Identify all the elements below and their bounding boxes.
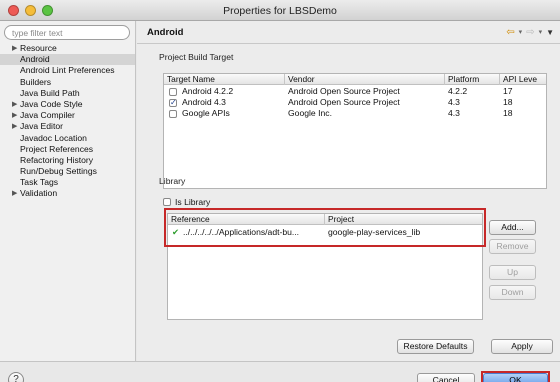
tree-item-label: Task Tags bbox=[20, 177, 59, 188]
restore-defaults-button[interactable]: Restore Defaults bbox=[397, 339, 474, 354]
tree-item-java-build-path[interactable]: Java Build Path bbox=[0, 88, 135, 99]
expand-arrow-icon[interactable]: ▶ bbox=[12, 99, 17, 110]
right-panel: Android ⇦ ▾ ⇨ ▾ ▼ Project Build Target T… bbox=[137, 21, 560, 361]
apply-button[interactable]: Apply bbox=[491, 339, 553, 354]
tree-item-android[interactable]: Android bbox=[0, 54, 135, 66]
forward-dropdown-icon[interactable]: ▾ bbox=[539, 28, 543, 36]
tree-item-label: Refactoring History bbox=[20, 154, 94, 165]
is-library-checkbox[interactable] bbox=[163, 198, 171, 206]
tree-item-refactoring-history[interactable]: Refactoring History bbox=[0, 155, 135, 166]
tree-item-task-tags[interactable]: Task Tags bbox=[0, 177, 135, 188]
help-icon[interactable]: ? bbox=[8, 372, 24, 382]
title-bar: Properties for LBSDemo bbox=[0, 0, 560, 21]
add-library-button[interactable]: Add... bbox=[489, 220, 536, 235]
library-label: Library bbox=[159, 176, 186, 186]
target-api: 18 bbox=[503, 108, 513, 118]
target-api: 18 bbox=[503, 97, 513, 107]
target-vendor: Android Open Source Project bbox=[288, 97, 400, 107]
column-header-target-name[interactable]: Target Name bbox=[164, 74, 285, 85]
target-checkbox[interactable] bbox=[169, 109, 177, 118]
build-target-table: Target Name Vendor Platform API Leve And… bbox=[163, 73, 547, 189]
page-title: Android bbox=[147, 27, 184, 38]
view-menu-icon[interactable]: ▼ bbox=[546, 28, 554, 37]
table-row[interactable]: Android 4.3 Android Open Source Project … bbox=[164, 97, 546, 108]
window-title: Properties for LBSDemo bbox=[223, 5, 337, 17]
target-platform: 4.2.2 bbox=[448, 86, 468, 96]
back-dropdown-icon[interactable]: ▾ bbox=[519, 28, 523, 36]
target-name: Android 4.2.2 bbox=[182, 86, 234, 96]
target-checkbox[interactable] bbox=[169, 87, 177, 96]
property-tree: ▶ Resource Android Android Lint Preferenc… bbox=[0, 43, 135, 200]
tree-item-label: Android Lint Preferences bbox=[20, 65, 115, 76]
navigation-buttons: ⇦ ▾ ⇨ ▾ ▼ bbox=[506, 25, 554, 39]
target-name: Google APIs bbox=[182, 108, 230, 118]
tree-item-validation[interactable]: ▶ Validation bbox=[0, 188, 135, 199]
tree-item-java-compiler[interactable]: ▶ Java Compiler bbox=[0, 110, 135, 121]
table-row[interactable]: Android 4.2.2 Android Open Source Projec… bbox=[164, 86, 546, 97]
cancel-button[interactable]: Cancel bbox=[417, 373, 475, 382]
tree-item-label: Project References bbox=[20, 143, 94, 154]
tree-item-project-references[interactable]: Project References bbox=[0, 144, 135, 155]
tree-item-label: Builders bbox=[20, 76, 52, 87]
column-header-api-level[interactable]: API Leve bbox=[500, 74, 548, 85]
tree-item-java-code-style[interactable]: ▶ Java Code Style bbox=[0, 99, 135, 110]
target-checkbox[interactable] bbox=[169, 97, 177, 108]
target-vendor: Google Inc. bbox=[288, 108, 332, 118]
target-vendor: Android Open Source Project bbox=[288, 86, 400, 96]
tree-item-label: Validation bbox=[20, 188, 58, 199]
tree-item-run-debug-settings[interactable]: Run/Debug Settings bbox=[0, 166, 135, 177]
forward-arrow-icon[interactable]: ⇨ bbox=[526, 27, 534, 38]
column-header-platform[interactable]: Platform bbox=[445, 74, 500, 85]
build-target-table-header: Target Name Vendor Platform API Leve bbox=[164, 74, 546, 85]
expand-arrow-icon[interactable]: ▶ bbox=[12, 188, 17, 199]
tree-item-resource[interactable]: ▶ Resource bbox=[0, 43, 135, 54]
expand-arrow-icon[interactable]: ▶ bbox=[12, 110, 17, 121]
tree-item-label: Javadoc Location bbox=[20, 132, 87, 143]
tree-item-label: Run/Debug Settings bbox=[20, 166, 97, 177]
filter-input[interactable] bbox=[4, 25, 130, 40]
left-panel: ▶Resource Android Android Lint Preferenc… bbox=[0, 21, 136, 361]
dialog-button-bar: ? Cancel OK bbox=[0, 362, 560, 382]
move-up-button[interactable]: Up bbox=[489, 265, 536, 280]
expand-arrow-icon[interactable]: ▶ bbox=[12, 121, 17, 132]
tree-item-android-lint-preferences[interactable]: Android Lint Preferences bbox=[0, 65, 135, 76]
header-divider bbox=[137, 43, 560, 44]
target-platform: 4.3 bbox=[448, 108, 460, 118]
move-down-button[interactable]: Down bbox=[489, 285, 536, 300]
table-row[interactable]: Google APIs Google Inc. 4.3 18 bbox=[164, 108, 546, 119]
is-library-label: Is Library bbox=[175, 197, 211, 207]
tree-item-label: Java Build Path bbox=[20, 87, 80, 98]
tree-item-label: Java Code Style bbox=[20, 98, 83, 109]
ok-highlight-box bbox=[481, 371, 550, 382]
back-arrow-icon[interactable]: ⇦ bbox=[506, 27, 514, 38]
tree-item-builders[interactable]: Builders bbox=[0, 77, 135, 88]
tree-item-java-editor[interactable]: ▶ Java Editor bbox=[0, 121, 135, 132]
highlight-box bbox=[164, 208, 486, 247]
expand-arrow-icon[interactable]: ▶ bbox=[12, 43, 17, 54]
target-platform: 4.3 bbox=[448, 97, 460, 107]
is-library-option[interactable]: Is Library bbox=[163, 196, 210, 208]
column-header-vendor[interactable]: Vendor bbox=[285, 74, 445, 85]
build-target-label: Project Build Target bbox=[159, 52, 234, 62]
target-name: Android 4.3 bbox=[182, 97, 226, 107]
tree-item-label: Java Compiler bbox=[20, 110, 75, 121]
remove-library-button[interactable]: Remove bbox=[489, 239, 536, 254]
tree-item-label: Resource bbox=[20, 43, 57, 53]
tree-item-label: Java Editor bbox=[20, 121, 63, 132]
tree-item-label: Android bbox=[20, 54, 50, 65]
tree-item-javadoc-location[interactable]: Javadoc Location bbox=[0, 133, 135, 144]
target-api: 17 bbox=[503, 86, 513, 96]
